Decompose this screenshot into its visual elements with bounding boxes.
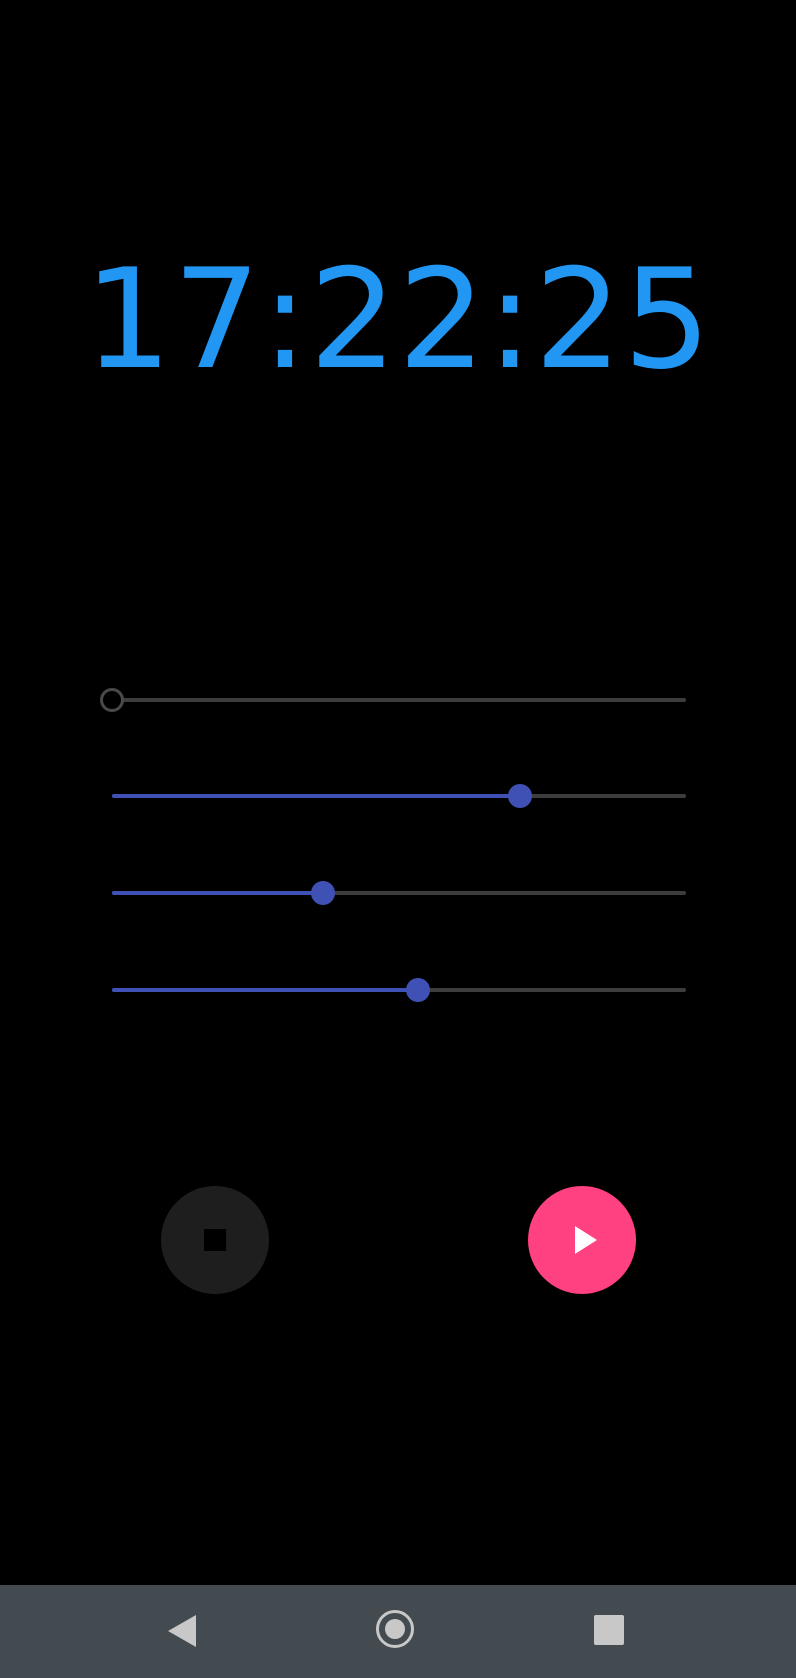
back-icon[interactable]: [168, 1615, 196, 1647]
home-icon-inner: [385, 1619, 405, 1639]
slider-thumb[interactable]: [310, 881, 335, 905]
play-button[interactable]: [528, 1186, 636, 1294]
slider-1[interactable]: [100, 685, 686, 715]
slider-2[interactable]: [112, 781, 686, 811]
stop-button[interactable]: [161, 1186, 269, 1294]
slider-fill: [112, 794, 520, 798]
app-screen: 17:22:25: [0, 0, 796, 1678]
play-icon: [575, 1226, 597, 1254]
slider-4[interactable]: [112, 975, 686, 1005]
system-nav-bar: [0, 1585, 796, 1678]
slider-3[interactable]: [112, 878, 686, 908]
slider-thumb[interactable]: [507, 784, 532, 808]
recents-icon[interactable]: [594, 1615, 624, 1645]
stop-icon: [204, 1229, 226, 1251]
slider-fill: [112, 988, 418, 992]
slider-track: [112, 698, 686, 702]
slider-fill: [112, 891, 323, 895]
home-icon[interactable]: [376, 1610, 414, 1648]
slider-thumb[interactable]: [405, 978, 430, 1002]
slider-thumb[interactable]: [100, 688, 124, 712]
clock-display: 17:22:25: [84, 239, 712, 400]
